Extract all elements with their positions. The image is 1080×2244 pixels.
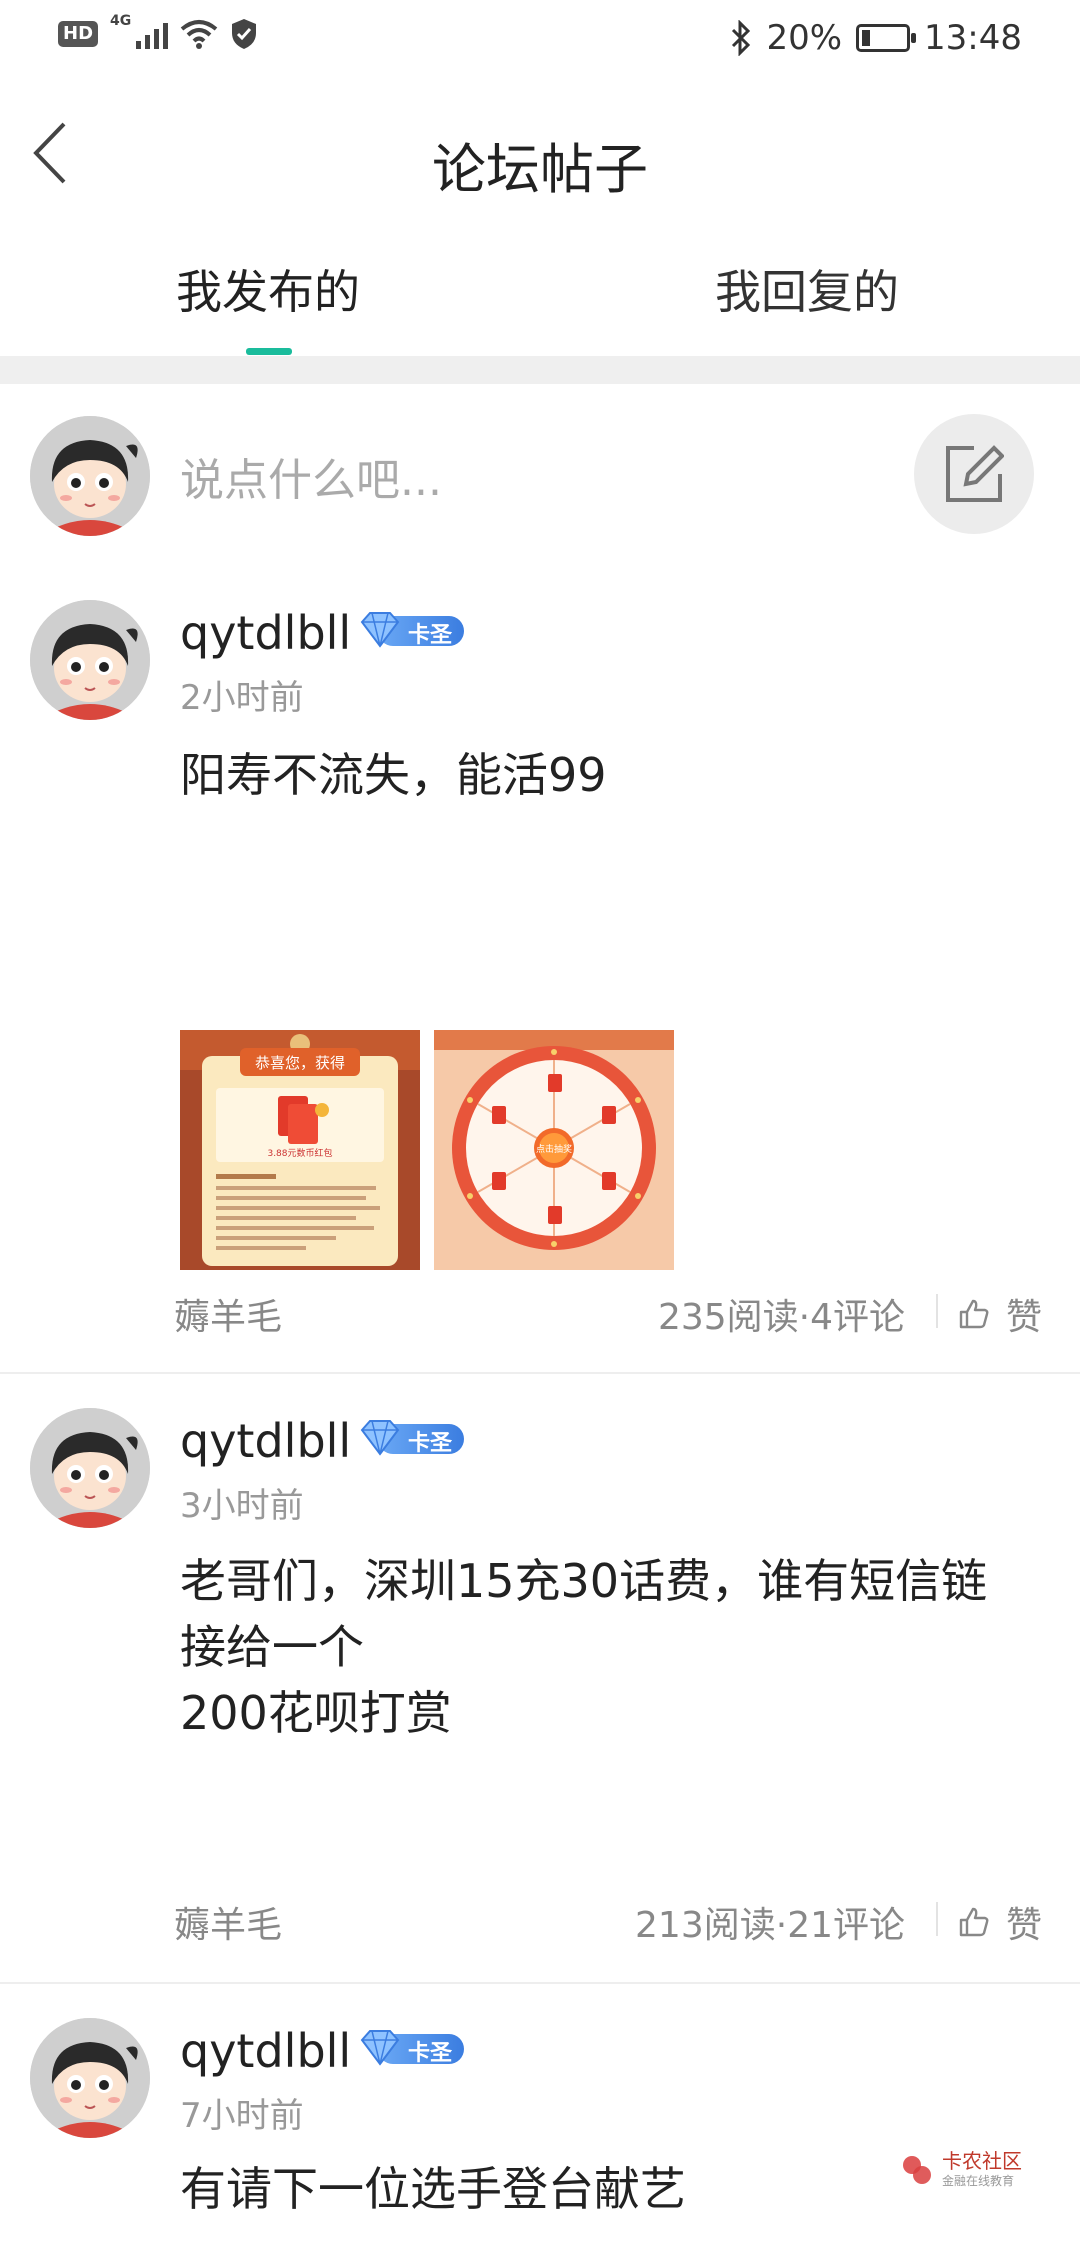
clock: 13:48 (924, 18, 1022, 58)
user-badge: 卡圣 (358, 1418, 466, 1458)
post-stats: 235阅读·4评论 (657, 1297, 905, 1338)
username[interactable]: qytdlbll (180, 1414, 351, 1468)
stats-separator (936, 1902, 938, 1936)
tab-my-replies[interactable]: 我回复的 (715, 256, 899, 322)
post-time: 7小时前 (180, 2096, 304, 2136)
username[interactable]: qytdlbll (180, 606, 351, 660)
avatar[interactable] (30, 600, 150, 720)
post-stats: 213阅读·21评论 (635, 1905, 905, 1946)
avatar[interactable] (30, 1408, 150, 1528)
user-badge: 卡圣 (358, 2028, 466, 2068)
username[interactable]: qytdlbll (180, 2024, 351, 2078)
post-item[interactable]: qytdlbll 卡圣 2小时前 阳寿不流失，能活99 恭喜您，获得 3.88元… (0, 570, 1080, 1374)
signal-icon: 4G (110, 13, 169, 49)
battery-icon (856, 24, 917, 52)
user-badge: 卡圣 (358, 610, 466, 650)
lucky-wheel-image: 点击抽奖 (434, 1030, 674, 1270)
network-type: 4G (110, 13, 132, 29)
battery-percent: 20% (766, 18, 843, 58)
tab-bar: 我发布的 我回复的 (0, 238, 1080, 356)
avatar-image (30, 600, 150, 720)
thumbs-up-icon (959, 1907, 989, 1937)
post-composer: 说点什么吧... (0, 384, 1080, 564)
post-item[interactable]: qytdlbll 卡圣 3小时前 老哥们，深圳15充30话费，谁有短信链 接给一… (0, 1378, 1080, 1984)
edit-icon (946, 445, 1004, 502)
post-time: 3小时前 (180, 1486, 304, 1526)
thumbs-up-icon (959, 1299, 989, 1329)
avatar-image (30, 416, 150, 536)
status-left: HD 4G (58, 13, 258, 50)
like-label: 赞 (1006, 1297, 1043, 1338)
image-label: 点击抽奖 (536, 1143, 572, 1155)
tab-indicator (246, 348, 292, 355)
tab-my-posts[interactable]: 我发布的 (176, 256, 360, 322)
avatar[interactable] (30, 2018, 150, 2138)
post-content: 阳寿不流失，能活99 (180, 748, 607, 802)
diamond-icon (360, 2030, 400, 2066)
image-label: 3.88元数币红包 (267, 1147, 332, 1159)
status-right: 20% 13:48 (730, 18, 1022, 58)
post-image[interactable]: 点击抽奖 (434, 1030, 674, 1270)
image-heading: 恭喜您，获得 (255, 1054, 345, 1072)
diamond-icon (360, 1420, 400, 1456)
badge-label: 卡圣 (408, 1431, 453, 1456)
status-bar: HD 4G 20% 13:48 (0, 0, 1080, 80)
app-header: 论坛帖子 (0, 80, 1080, 230)
compose-input[interactable]: 说点什么吧... (180, 444, 442, 508)
shield-icon (232, 19, 257, 49)
stats-separator (936, 1294, 938, 1328)
badge-label: 卡圣 (408, 623, 453, 648)
like-button[interactable]: 赞 (958, 1896, 1042, 1948)
avatar-image (30, 1408, 150, 1528)
watermark-subtitle: 金融在线教育 (942, 2174, 1015, 2188)
hd-indicator: HD (58, 21, 99, 47)
edit-post-button[interactable] (914, 414, 1034, 534)
logo-icon (903, 2155, 931, 2184)
post-time: 2小时前 (180, 678, 304, 718)
post-tag[interactable]: 薅羊毛 (174, 1896, 282, 1948)
post-divider (0, 1372, 1080, 1374)
avatar-image (30, 2018, 150, 2138)
badge-label: 卡圣 (408, 2041, 453, 2066)
post-image[interactable]: 恭喜您，获得 3.88元数币红包 (180, 1030, 420, 1270)
section-divider (0, 356, 1080, 384)
like-label: 赞 (1006, 1905, 1043, 1946)
watermark-logo: 卡农社区 金融在线教育 (900, 2150, 1022, 2189)
post-divider (0, 1982, 1080, 1984)
page-title: 论坛帖子 (432, 138, 648, 201)
wifi-icon (180, 20, 218, 49)
diamond-icon (360, 612, 400, 648)
watermark-title: 卡农社区 (942, 2149, 1022, 2173)
red-packet-image: 恭喜您，获得 3.88元数币红包 (180, 1030, 420, 1270)
battery-level (862, 30, 871, 46)
bluetooth-icon (732, 20, 751, 56)
post-tag[interactable]: 薅羊毛 (174, 1288, 282, 1340)
post-content: 老哥们，深圳15充30话费，谁有短信链 接给一个 200花呗打赏 (180, 1554, 988, 1740)
like-button[interactable]: 赞 (958, 1288, 1042, 1340)
avatar[interactable] (30, 416, 150, 536)
post-item[interactable]: qytdlbll 卡圣 7小时前 有请下一位选手登台献艺 (0, 1988, 1080, 2244)
